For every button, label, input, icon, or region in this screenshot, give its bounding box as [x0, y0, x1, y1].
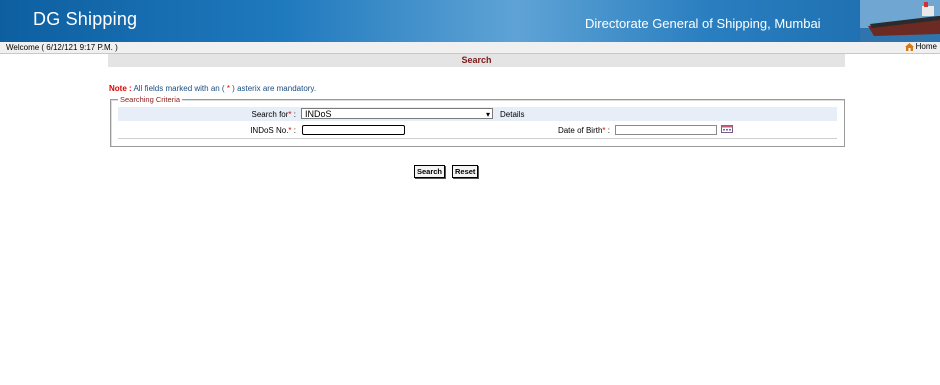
details-label: Details: [500, 110, 525, 119]
calendar-icon[interactable]: [721, 125, 733, 133]
welcome-bar: Welcome ( 6/12/121 9:17 P.M. ) Home: [0, 42, 940, 54]
note-text-after: ) asterix are mandatory.: [229, 84, 317, 93]
search-for-select[interactable]: INDoS ▾: [301, 108, 493, 119]
search-for-label: Search for* :: [251, 110, 296, 119]
home-link[interactable]: Home: [904, 42, 937, 51]
welcome-text: Welcome ( 6/12/121 9:17 P.M. ): [6, 43, 118, 52]
indos-dob-row: INDoS No.* : Date of Birth* :: [118, 122, 837, 137]
search-button[interactable]: Search: [414, 165, 446, 178]
row-divider: [118, 138, 837, 139]
brand-title: DG Shipping: [33, 9, 138, 29]
ship-image-icon: [860, 0, 940, 42]
search-for-row: Search for* : INDoS ▾ Details: [118, 107, 837, 121]
search-for-selected-value: INDoS: [305, 109, 332, 119]
note-prefix: Note :: [109, 84, 132, 93]
page-title: Search: [461, 55, 492, 65]
home-icon: [904, 42, 914, 51]
header-banner: DG Shipping Directorate General of Shipp…: [0, 0, 940, 42]
mandatory-note: Note : All fields marked with an ( * ) a…: [109, 84, 316, 93]
date-of-birth-input[interactable]: [615, 125, 717, 135]
page-title-bar: Search: [108, 54, 845, 67]
department-title: Directorate General of Shipping, Mumbai: [585, 16, 821, 31]
indos-no-input[interactable]: [302, 125, 405, 135]
reset-button[interactable]: Reset: [452, 165, 479, 178]
searching-criteria-fieldset: Searching Criteria Search for* : INDoS ▾…: [110, 95, 845, 147]
fieldset-legend: Searching Criteria: [118, 95, 183, 104]
date-of-birth-label: Date of Birth* :: [557, 126, 610, 135]
home-label: Home: [915, 42, 937, 51]
chevron-down-icon: ▾: [485, 110, 490, 119]
note-text-before: All fields marked with an (: [131, 84, 227, 93]
indos-no-label: INDoS No.* :: [250, 126, 296, 135]
